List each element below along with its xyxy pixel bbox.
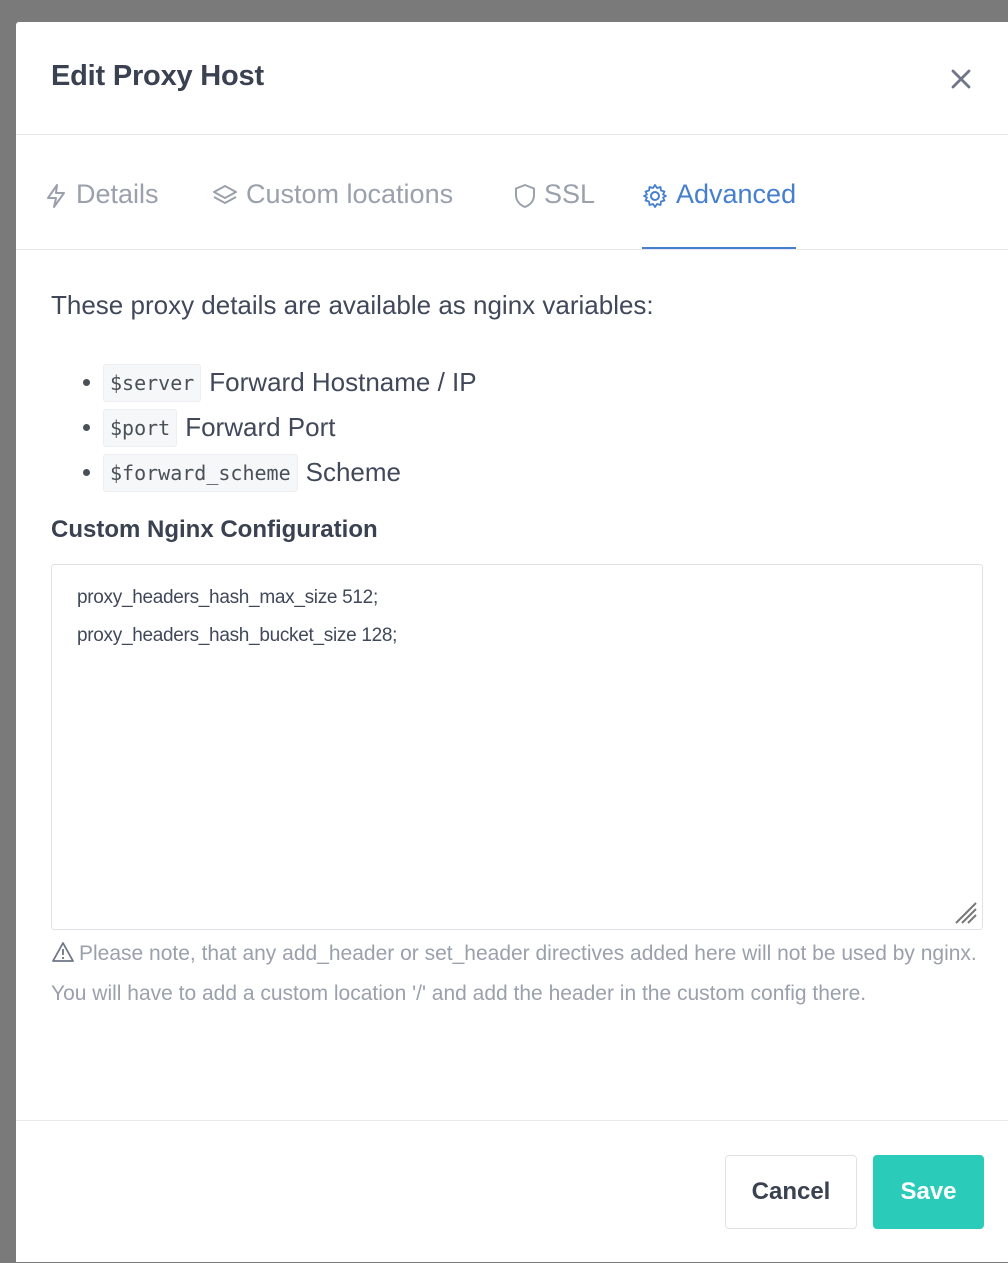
variables-intro: These proxy details are available as ngi… [51, 290, 654, 320]
warning-icon [52, 942, 74, 962]
variable-code: $forward_scheme [103, 453, 298, 492]
tab-custom-locations[interactable]: Custom locations [212, 179, 453, 249]
list-item: $server Forward Hostname / IP [83, 360, 477, 405]
tab-advanced[interactable]: Advanced [642, 179, 797, 249]
modal-footer: Cancel Save [16, 1120, 1008, 1263]
lightning-icon [47, 184, 65, 208]
bullet [83, 424, 90, 431]
tab-details-label: Details [76, 179, 159, 209]
list-item: $forward_scheme Scheme [83, 450, 477, 495]
config-note-text: Please note, that any add_header or set_… [51, 942, 977, 1005]
tab-custom-locations-label: Custom locations [246, 179, 454, 209]
variable-code: $server [103, 363, 202, 402]
resize-handle-icon[interactable] [950, 897, 978, 925]
tab-advanced-label: Advanced [676, 179, 797, 209]
layers-icon [213, 185, 237, 204]
tab-ssl[interactable]: SSL [514, 179, 595, 249]
variable-code: $port [103, 408, 178, 447]
modal-header: Edit Proxy Host [16, 22, 1008, 135]
config-line: proxy_headers_hash_max_size 512; [77, 587, 378, 608]
variable-description: Scheme [305, 457, 402, 487]
close-icon [951, 69, 971, 89]
custom-nginx-config-label: Custom Nginx Configuration [51, 516, 378, 543]
cancel-button[interactable]: Cancel [725, 1155, 857, 1229]
variable-list: $server Forward Hostname / IP $port Forw… [83, 360, 477, 495]
close-button[interactable] [944, 62, 978, 96]
edit-proxy-host-modal: Edit Proxy Host Details Custom locations [16, 22, 1008, 1262]
custom-nginx-config-textarea[interactable]: proxy_headers_hash_max_size 512; proxy_h… [51, 564, 983, 930]
variable-description: Forward Port [185, 412, 336, 442]
variable-description: Forward Hostname / IP [209, 367, 477, 397]
shield-icon [515, 184, 535, 208]
bullet [83, 469, 90, 476]
modal-title: Edit Proxy Host [51, 60, 264, 92]
gear-icon [643, 184, 667, 208]
save-button[interactable]: Save [873, 1155, 984, 1229]
config-line: proxy_headers_hash_bucket_size 128; [77, 625, 398, 646]
tab-ssl-label: SSL [544, 179, 596, 209]
bullet [83, 379, 90, 386]
config-note: Please note, that any add_header or set_… [51, 934, 981, 1014]
list-item: $port Forward Port [83, 405, 477, 450]
tab-details[interactable]: Details [44, 179, 159, 249]
tab-bar: Details Custom locations SSL Advanced [16, 135, 1008, 250]
